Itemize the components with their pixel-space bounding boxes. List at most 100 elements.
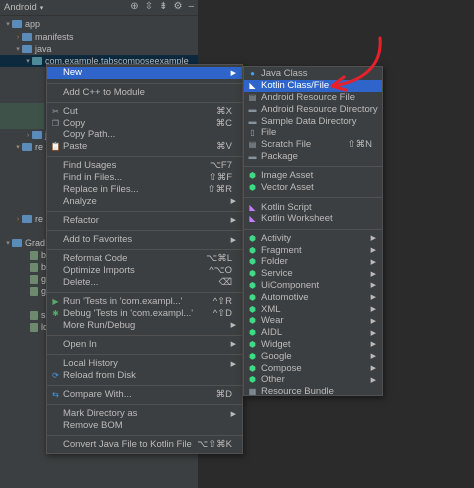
menu-item-local-history[interactable]: Local History ▶ (47, 358, 242, 370)
menu-item-file[interactable]: ▯ File (244, 127, 382, 139)
submenu-arrow-icon: ▶ (370, 365, 376, 373)
menu-item-service[interactable]: ⬢ Service ▶ (244, 268, 382, 280)
menu-item-label: Local History (63, 358, 118, 370)
menu-item-resource-bundle[interactable]: ▦ Resource Bundle (244, 386, 382, 398)
menu-item-google[interactable]: ⬢ Google ▶ (244, 350, 382, 362)
tree-item-gr[interactable]: gr (22, 285, 49, 297)
submenu-arrow-icon: ▶ (370, 341, 376, 349)
shortcut-label: ^⌥O (209, 265, 232, 277)
folder-icon: ▬ (248, 116, 257, 126)
menu-item-android-resource-directory[interactable]: ▬ Android Resource Directory (244, 103, 382, 115)
menu-item-copy[interactable]: ❐ Copy ⌘C (47, 117, 242, 129)
package-icon: ▬ (248, 151, 257, 161)
menu-item-new[interactable]: New ▶ (47, 67, 242, 79)
menu-item-mark-directory-as[interactable]: Mark Directory as ▶ (47, 408, 242, 420)
menu-item-add-to-favorites[interactable]: Add to Favorites ▶ (47, 234, 242, 246)
menu-item-sample-data-directory[interactable]: ▬ Sample Data Directory (244, 115, 382, 127)
shortcut-label: ⌘V (216, 141, 232, 153)
expand-icon[interactable]: ⇳ (145, 1, 153, 12)
android-icon: ⬢ (249, 171, 256, 181)
file-icon (30, 322, 38, 332)
menu-item-analyze[interactable]: Analyze ▶ (47, 195, 242, 207)
tree-item-gr[interactable]: gr (22, 273, 49, 285)
menu-item-paste[interactable]: 📋 Paste ⌘V (47, 141, 242, 153)
copy-icon: ❐ (51, 118, 60, 128)
tree-item-grad[interactable]: ▾ Grad (4, 237, 45, 249)
menu-item-xml[interactable]: ⬢ XML ▶ (244, 303, 382, 315)
shortcut-label: ⇧⌘N (347, 139, 372, 151)
tree-item-re[interactable]: › re (14, 213, 43, 225)
cut-icon: ✂ (52, 106, 59, 116)
menu-item-more-run-debug[interactable]: More Run/Debug ▶ (47, 319, 242, 331)
menu-item-open-in[interactable]: Open In ▶ (47, 339, 242, 351)
collapse-icon[interactable]: ⇟ (159, 1, 167, 12)
submenu-arrow-icon: ▶ (230, 360, 236, 368)
tree-item-lo[interactable]: lo (22, 321, 48, 333)
menu-separator (47, 82, 242, 84)
menu-item-find-in-files[interactable]: Find in Files... ⇧⌘F (47, 172, 242, 184)
menu-item-label: Resource Bundle (261, 386, 334, 398)
android-icon: ⬢ (249, 269, 256, 279)
android-icon: ⬢ (249, 328, 256, 338)
menu-item-aidl[interactable]: ⬢ AIDL ▶ (244, 327, 382, 339)
shortcut-label: ⌘X (216, 105, 232, 117)
submenu-arrow-icon: ▶ (230, 322, 236, 330)
menu-item-compare-with[interactable]: ⇆ Compare With... ⌘D (47, 389, 242, 401)
menu-item-run-tests-in-com-exampl[interactable]: ▶ Run 'Tests in 'com.exampl...' ^⇧R (47, 296, 242, 308)
menu-item-kotlin-script[interactable]: ◣ Kotlin Script (244, 201, 382, 213)
menu-item-folder[interactable]: ⬢ Folder ▶ (244, 256, 382, 268)
locate-icon[interactable]: ⊕ (130, 1, 138, 12)
menu-item-scratch-file[interactable]: ▤ Scratch File ⇧⌘N (244, 139, 382, 151)
menu-item-label: Add to Favorites (63, 234, 133, 246)
menu-item-fragment[interactable]: ⬢ Fragment ▶ (244, 244, 382, 256)
menu-item-image-asset[interactable]: ⬢ Image Asset (244, 170, 382, 182)
menu-item-android-resource-file[interactable]: ▤ Android Resource File (244, 92, 382, 104)
menu-item-convert-java-file-to-kotlin-file[interactable]: Convert Java File to Kotlin File ⌥⇧⌘K (47, 439, 242, 451)
menu-item-remove-bom[interactable]: Remove BOM (47, 420, 242, 432)
menu-item-find-usages[interactable]: Find Usages ⌥F7 (47, 160, 242, 172)
gear-icon[interactable]: ⚙ (173, 1, 182, 12)
menu-item-label: Java Class (261, 68, 308, 80)
menu-item-delete[interactable]: Delete... ⌫ (47, 277, 242, 289)
menu-item-vector-asset[interactable]: ⬢ Vector Asset (244, 182, 382, 194)
tree-item-app[interactable]: ▾ app (4, 18, 40, 30)
tree-item-manifests[interactable]: › manifests (14, 31, 74, 43)
minimize-icon[interactable]: – (188, 1, 194, 12)
menu-item-package[interactable]: ▬ Package (244, 151, 382, 163)
menu-item-label: Copy Path... (63, 129, 116, 141)
tree-item-label: re (35, 142, 44, 152)
menu-item-label: XML (261, 303, 281, 315)
menu-item-refactor[interactable]: Refactor ▶ (47, 215, 242, 227)
menu-item-label: Cut (63, 105, 78, 117)
menu-item-label: New (63, 67, 83, 79)
menu-item-replace-in-files[interactable]: Replace in Files... ⇧⌘R (47, 184, 242, 196)
menu-item-uicomponent[interactable]: ⬢ UiComponent ▶ (244, 280, 382, 292)
menu-item-automotive[interactable]: ⬢ Automotive ▶ (244, 291, 382, 303)
menu-item-copy-path[interactable]: Copy Path... (47, 129, 242, 141)
menu-item-reload-from-disk[interactable]: ⟳ Reload from Disk (47, 370, 242, 382)
tree-item-re[interactable]: ▾ re (14, 141, 43, 153)
menu-item-label: Compare With... (63, 389, 132, 401)
tree-item-java[interactable]: ▾ java (14, 43, 51, 55)
project-view-selector[interactable]: Android ▾ (4, 2, 43, 13)
menu-item-compose[interactable]: ⬢ Compose ▶ (244, 362, 382, 374)
reload-icon: ⟳ (52, 370, 59, 380)
menu-item-label: Remove BOM (63, 420, 123, 432)
chevron-icon: › (26, 131, 30, 139)
menu-item-label: Vector Asset (261, 182, 314, 194)
menu-item-debug-tests-in-com-exampl[interactable]: ✱ Debug 'Tests in 'com.exampl...' ^⇧D (47, 308, 242, 320)
tree-item-label: manifests (35, 32, 74, 42)
menu-item-kotlin-worksheet[interactable]: ◣ Kotlin Worksheet (244, 213, 382, 225)
menu-item-widget[interactable]: ⬢ Widget ▶ (244, 339, 382, 351)
android-icon: ⬢ (249, 316, 256, 326)
menu-item-add-c-to-module[interactable]: Add C++ to Module (47, 86, 242, 98)
tree-item-label: app (25, 19, 41, 29)
selected-files-highlight (0, 103, 44, 129)
menu-item-activity[interactable]: ⬢ Activity ▶ (244, 232, 382, 244)
menu-item-wear[interactable]: ⬢ Wear ▶ (244, 315, 382, 327)
menu-item-cut[interactable]: ✂ Cut ⌘X (47, 105, 242, 117)
menu-item-other[interactable]: ⬢ Other ▶ (244, 374, 382, 386)
menu-item-reformat-code[interactable]: Reformat Code ⌥⌘L (47, 253, 242, 265)
menu-item-optimize-imports[interactable]: Optimize Imports ^⌥O (47, 265, 242, 277)
file-icon (30, 286, 38, 296)
